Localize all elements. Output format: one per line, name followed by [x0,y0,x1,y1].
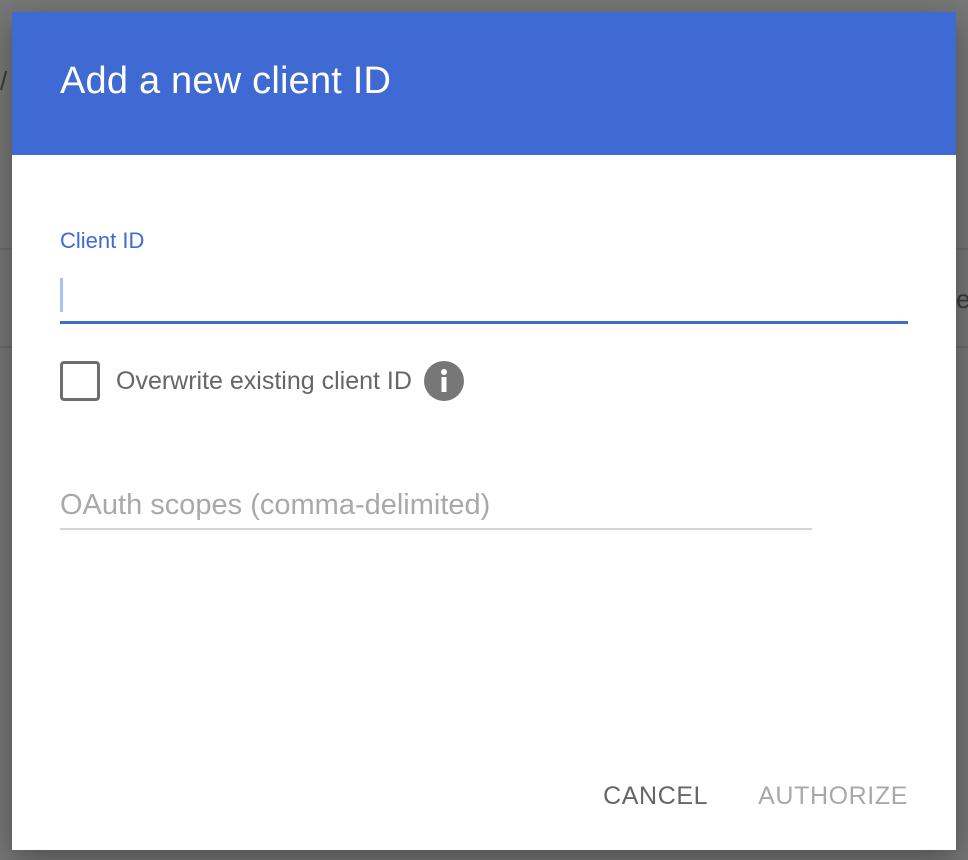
background-text-fragment: / [0,66,8,96]
dialog-header: Add a new client ID [12,12,956,155]
dialog-title: Add a new client ID [60,60,392,102]
text-caret [60,278,63,312]
oauth-scopes-input[interactable] [60,482,812,528]
info-icon[interactable] [423,361,464,401]
overwrite-checkbox-label[interactable]: Overwrite existing client ID [116,367,412,396]
info-icon-glyph [440,369,447,392]
background-text-fragment: es [956,284,968,314]
client-id-label: Client ID [60,228,145,253]
oauth-scopes-field-wrapper [60,482,812,530]
cancel-button[interactable]: CANCEL [603,782,708,811]
overwrite-row: Overwrite existing client ID [60,361,464,401]
add-client-dialog: Add a new client ID Client ID Overwrite … [12,12,956,850]
dialog-actions: CANCEL AUTHORIZE [603,782,908,811]
authorize-button[interactable]: AUTHORIZE [758,782,908,811]
client-id-field-wrapper [60,270,908,324]
client-id-input[interactable] [60,270,908,321]
overwrite-checkbox[interactable] [60,361,100,401]
